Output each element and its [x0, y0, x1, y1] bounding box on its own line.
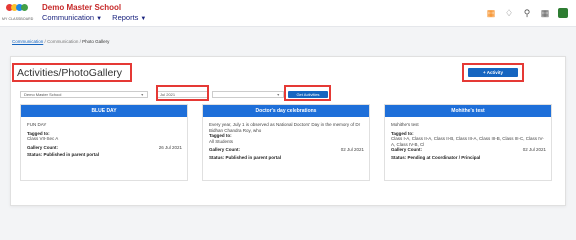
card-title: BLUE DAY [21, 105, 187, 117]
school-name: Demo Master School [42, 3, 122, 12]
chevron-down-icon: ▼ [140, 93, 144, 97]
card-body: FUN DAY Tagged to: Class VII-Sec A Galle… [21, 117, 187, 158]
nav-communication-label: Communication [42, 13, 95, 22]
card-count-label: Gallery Count: [391, 147, 423, 153]
card-title: Mohithe's test [385, 105, 551, 117]
card-description: FUN DAY [27, 122, 47, 127]
activity-card[interactable]: BLUE DAY FUN DAY Tagged to: Class VII-Se… [20, 104, 188, 181]
card-date: 26 Jul 2021 [158, 144, 182, 150]
card-count-row: Gallery Count: 26 Jul 2021 [27, 145, 182, 151]
card-body: Mohithe's test Tagged to: Class I-A, Cla… [385, 117, 551, 161]
card-status: Status: Published in parent portal [209, 154, 282, 160]
breadcrumb-separator: / [79, 39, 81, 44]
card-description: Mohithe's test [391, 122, 419, 127]
logo-dot-green [21, 4, 28, 11]
card-status: Status: Published in parent portal [27, 152, 100, 158]
nav-reports-label: Reports [112, 13, 139, 22]
chevron-down-icon: ▼ [140, 16, 147, 22]
activity-card[interactable]: Doctor's day celebrations Every year, Ju… [202, 104, 370, 181]
top-navbar: MY CLASSBOARD Demo Master School Communi… [0, 0, 576, 27]
chevron-down-icon: ▼ [96, 16, 103, 22]
card-count-label: Gallery Count: [27, 144, 59, 150]
card-count-row: Gallery Count: 02 Jul 2021 [209, 147, 364, 153]
card-count-label: Gallery Count: [209, 147, 241, 153]
header-actions: ▦ ♢ ⚲ ▦ [486, 8, 568, 18]
breadcrumb-root-link[interactable]: Communication [12, 39, 43, 44]
card-date: 02 Jul 2021 [340, 147, 364, 153]
card-status: Status: Pending at Coordinator / Princip… [391, 154, 481, 160]
card-description: Every year, July 1 is observed as Nation… [209, 122, 361, 133]
breadcrumb-parent: Communication [47, 39, 79, 44]
screen-icon[interactable] [558, 8, 568, 18]
breadcrumb-separator: / [44, 39, 46, 44]
apps-grid-colorful-icon[interactable]: ▦ [486, 8, 496, 18]
highlight-box-activity [462, 63, 524, 82]
card-tagged-value: Class I-A, Class II-A, Class II-B, Class… [391, 136, 544, 147]
activity-card[interactable]: Mohithe's test Mohithe's test Tagged to:… [384, 104, 552, 181]
breadcrumb-current: Photo Gallery [82, 39, 110, 44]
card-count-row: Gallery Count: 02 Jul 2021 [391, 147, 546, 153]
school-select[interactable]: Demo Master School ▼ [20, 91, 148, 98]
card-tagged-value: Class VII-Sec A [27, 136, 59, 142]
nav-reports[interactable]: Reports ▼ [112, 13, 146, 22]
highlight-box-month [156, 85, 209, 101]
card-title: Doctor's day celebrations [203, 105, 369, 117]
card-tagged-value: All Students [209, 138, 234, 144]
main-nav: Communication ▼ Reports ▼ [42, 13, 154, 22]
logo-text: MY CLASSBOARD [2, 17, 34, 21]
third-select[interactable]: ▼ [212, 91, 284, 98]
school-select-value: Demo Master School [24, 92, 62, 97]
grid-icon[interactable]: ▦ [540, 8, 550, 18]
card-body: Every year, July 1 is observed as Nation… [203, 117, 369, 161]
highlight-box-get-activities [284, 85, 331, 101]
highlight-box-title [12, 63, 132, 82]
card-date: 02 Jul 2021 [522, 147, 546, 153]
breadcrumb: Communication / Communication / Photo Ga… [0, 36, 576, 48]
search-icon[interactable]: ⚲ [522, 8, 532, 18]
chevron-down-icon: ▼ [276, 93, 280, 97]
nav-communication[interactable]: Communication ▼ [42, 13, 102, 22]
bell-icon[interactable]: ♢ [504, 8, 514, 18]
